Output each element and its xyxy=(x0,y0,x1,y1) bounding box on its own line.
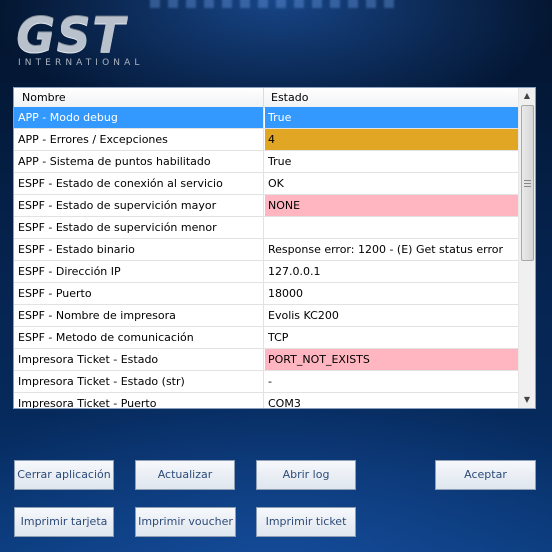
row-name-cell[interactable]: ESPF - Puerto xyxy=(14,283,264,304)
vertical-scrollbar[interactable]: ▲ ▼ xyxy=(518,88,535,408)
row-name-cell[interactable]: ESPF - Nombre de impresora xyxy=(14,305,264,326)
print-voucher-button[interactable]: Imprimir voucher xyxy=(135,507,236,537)
row-name-cell[interactable]: ESPF - Estado de supervición mayor xyxy=(14,195,264,216)
close-app-button[interactable]: Cerrar aplicación xyxy=(14,460,114,490)
row-name-cell[interactable]: ESPF - Dirección IP xyxy=(14,261,264,282)
logo-brand: GST xyxy=(16,8,126,64)
row-value-cell[interactable]: TCP xyxy=(265,327,520,348)
row-name-cell[interactable]: Impresora Ticket - Estado (str) xyxy=(14,371,264,392)
row-name-cell[interactable]: Impresora Ticket - Puerto xyxy=(14,393,264,408)
logo-subtitle: INTERNATIONAL xyxy=(18,58,144,68)
table-row[interactable]: APP - Errores / Excepciones 4 xyxy=(14,129,520,151)
row-name-cell[interactable]: APP - Errores / Excepciones xyxy=(14,129,264,150)
row-value-cell[interactable]: COM3 xyxy=(265,393,520,408)
row-name-cell[interactable]: APP - Sistema de puntos habilitado xyxy=(14,151,264,172)
table-row[interactable]: ESPF - Estado de conexión al servicio OK xyxy=(14,173,520,195)
row-name-cell[interactable]: ESPF - Estado binario xyxy=(14,239,264,260)
scroll-down-icon[interactable]: ▼ xyxy=(519,392,535,408)
table-row[interactable]: Impresora Ticket - Puerto COM3 xyxy=(14,393,520,408)
scroll-up-icon[interactable]: ▲ xyxy=(519,88,535,104)
row-value-cell[interactable]: 127.0.0.1 xyxy=(265,261,520,282)
row-name-cell[interactable]: ESPF - Estado de supervición menor xyxy=(14,217,264,238)
open-log-button[interactable]: Abrir log xyxy=(256,460,356,490)
row-value-cell[interactable]: - xyxy=(265,371,520,392)
gst-logo: GST INTERNATIONAL xyxy=(16,8,143,68)
table-row[interactable]: ESPF - Puerto 18000 xyxy=(14,283,520,305)
refresh-button[interactable]: Actualizar xyxy=(135,460,235,490)
table-row[interactable]: ESPF - Nombre de impresora Evolis KC200 xyxy=(14,305,520,327)
row-name-cell[interactable]: APP - Modo debug xyxy=(14,107,264,128)
table-row[interactable]: ESPF - Estado de supervición menor xyxy=(14,217,520,239)
row-value-cell[interactable]: True xyxy=(265,151,520,172)
table-row[interactable]: ESPF - Dirección IP 127.0.0.1 xyxy=(14,261,520,283)
print-card-button[interactable]: Imprimir tarjeta xyxy=(14,507,114,537)
row-value-cell[interactable] xyxy=(265,217,520,238)
grid-header: Nombre Estado xyxy=(14,88,520,108)
status-grid[interactable]: Nombre Estado APP - Modo debug True APP - … xyxy=(13,87,536,409)
row-name-cell[interactable]: Impresora Ticket - Estado xyxy=(14,349,264,370)
row-value-cell[interactable]: OK xyxy=(265,173,520,194)
table-row[interactable]: ESPF - Estado de supervición mayor NONE xyxy=(14,195,520,217)
row-value-cell[interactable]: Evolis KC200 xyxy=(265,305,520,326)
row-value-cell[interactable]: PORT_NOT_EXISTS xyxy=(265,349,520,370)
column-header-estado[interactable]: Estado xyxy=(265,88,520,107)
accept-button[interactable]: Aceptar xyxy=(435,460,536,490)
row-value-cell[interactable]: Response error: 1200 - (E) Get status er… xyxy=(265,239,520,260)
row-value-cell[interactable]: 4 xyxy=(265,129,520,150)
header-glare xyxy=(150,0,400,8)
print-ticket-button[interactable]: Imprimir ticket xyxy=(256,507,356,537)
table-row[interactable]: ESPF - Metodo de comunicación TCP xyxy=(14,327,520,349)
table-row[interactable]: APP - Sistema de puntos habilitado True xyxy=(14,151,520,173)
table-row[interactable]: ESPF - Estado binario Response error: 120… xyxy=(14,239,520,261)
table-row[interactable]: Impresora Ticket - Estado (str) - xyxy=(14,371,520,393)
table-row[interactable]: Impresora Ticket - Estado PORT_NOT_EXISTS xyxy=(14,349,520,371)
row-value-cell[interactable]: 18000 xyxy=(265,283,520,304)
grid-rows: APP - Modo debug True APP - Errores / Exce… xyxy=(14,107,520,408)
row-value-cell[interactable]: True xyxy=(265,107,520,128)
row-name-cell[interactable]: ESPF - Estado de conexión al servicio xyxy=(14,173,264,194)
row-name-cell[interactable]: ESPF - Metodo de comunicación xyxy=(14,327,264,348)
scroll-thumb[interactable] xyxy=(521,105,534,261)
row-value-cell[interactable]: NONE xyxy=(265,195,520,216)
table-row[interactable]: APP - Modo debug True xyxy=(14,107,520,129)
column-header-nombre[interactable]: Nombre xyxy=(14,88,264,107)
